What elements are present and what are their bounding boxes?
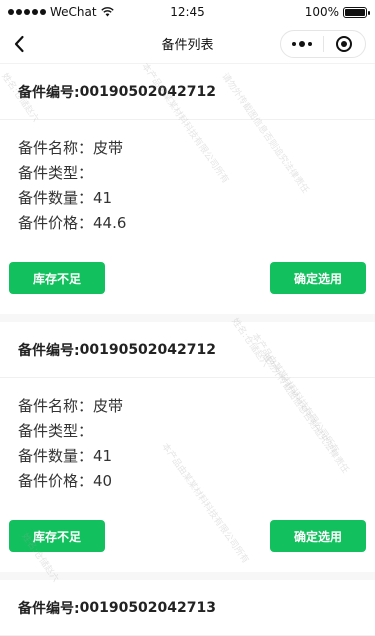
more-dots-icon[interactable] bbox=[281, 31, 323, 57]
part-code-header: 备件编号: 00190502042713 bbox=[0, 580, 375, 636]
part-qty-label: 备件数量： bbox=[18, 447, 94, 465]
battery-percent: 100% bbox=[304, 5, 339, 19]
list-item: 备件编号: 00190502042712 备件名称：皮带 备件类型： 备件数量：… bbox=[0, 64, 375, 322]
part-type-row: 备件类型： bbox=[18, 419, 357, 444]
carrier-label: WeChat bbox=[50, 5, 97, 19]
part-price-label: 备件价格： bbox=[18, 214, 94, 232]
part-details: 备件名称：皮带 备件类型： 备件数量：41 备件价格：44.6 bbox=[0, 120, 375, 244]
battery-icon bbox=[343, 6, 370, 18]
part-name-value: 皮带 bbox=[93, 397, 124, 415]
target-circle-icon bbox=[336, 36, 353, 52]
card-actions: 库存不足 确定选用 bbox=[0, 244, 375, 314]
part-name-row: 备件名称：皮带 bbox=[18, 394, 357, 419]
part-name-value: 皮带 bbox=[93, 139, 124, 157]
part-code-value: 00190502042713 bbox=[79, 599, 216, 616]
confirm-select-button[interactable]: 确定选用 bbox=[270, 262, 366, 294]
part-code-value: 00190502042712 bbox=[79, 83, 216, 100]
part-type-label: 备件类型： bbox=[18, 164, 94, 182]
list-item: 备件编号: 00190502042712 备件名称：皮带 备件类型： 备件数量：… bbox=[0, 322, 375, 580]
nav-bar: 备件列表 bbox=[0, 24, 375, 64]
part-code-label: 备件编号: bbox=[18, 600, 80, 617]
part-qty-value: 41 bbox=[93, 189, 113, 207]
confirm-select-button[interactable]: 确定选用 bbox=[270, 520, 366, 552]
miniapp-capsule bbox=[280, 30, 366, 58]
part-name-label: 备件名称： bbox=[18, 139, 94, 157]
out-of-stock-button[interactable]: 库存不足 bbox=[9, 520, 105, 552]
card-actions: 库存不足 确定选用 bbox=[0, 502, 375, 572]
part-type-row: 备件类型： bbox=[18, 161, 357, 186]
signal-icon bbox=[8, 9, 46, 15]
part-type-label: 备件类型： bbox=[18, 422, 94, 440]
part-code-value: 00190502042712 bbox=[79, 341, 216, 358]
part-qty-value: 41 bbox=[93, 447, 113, 465]
status-left: WeChat bbox=[8, 5, 114, 19]
part-details: 备件名称：皮带 备件类型： 备件数量：41 备件价格：40 bbox=[0, 378, 375, 502]
close-miniapp-button[interactable] bbox=[324, 31, 366, 57]
part-qty-row: 备件数量：41 bbox=[18, 444, 357, 469]
part-price-row: 备件价格：44.6 bbox=[18, 211, 357, 236]
page: WeChat 12:45 100% 备件列表 备件编号: 00190502042… bbox=[0, 0, 375, 636]
part-qty-label: 备件数量： bbox=[18, 189, 94, 207]
part-name-row: 备件名称：皮带 bbox=[18, 136, 357, 161]
status-right: 100% bbox=[304, 5, 370, 19]
out-of-stock-button[interactable]: 库存不足 bbox=[9, 262, 105, 294]
part-code-header: 备件编号: 00190502042712 bbox=[0, 322, 375, 378]
part-code-header: 备件编号: 00190502042712 bbox=[0, 64, 375, 120]
status-bar: WeChat 12:45 100% bbox=[0, 0, 375, 24]
back-button[interactable] bbox=[8, 32, 32, 56]
part-code-label: 备件编号: bbox=[18, 342, 80, 359]
parts-list: 备件编号: 00190502042712 备件名称：皮带 备件类型： 备件数量：… bbox=[0, 64, 375, 636]
part-price-label: 备件价格： bbox=[18, 472, 94, 490]
part-qty-row: 备件数量：41 bbox=[18, 186, 357, 211]
chevron-left-icon bbox=[14, 35, 24, 53]
wifi-icon bbox=[100, 7, 114, 17]
part-code-label: 备件编号: bbox=[18, 84, 80, 101]
part-name-label: 备件名称： bbox=[18, 397, 94, 415]
part-price-row: 备件价格：40 bbox=[18, 469, 357, 494]
list-item: 备件编号: 00190502042713 bbox=[0, 580, 375, 636]
part-price-value: 40 bbox=[93, 472, 113, 490]
part-price-value: 44.6 bbox=[93, 214, 127, 232]
page-title: 备件列表 bbox=[161, 38, 214, 53]
